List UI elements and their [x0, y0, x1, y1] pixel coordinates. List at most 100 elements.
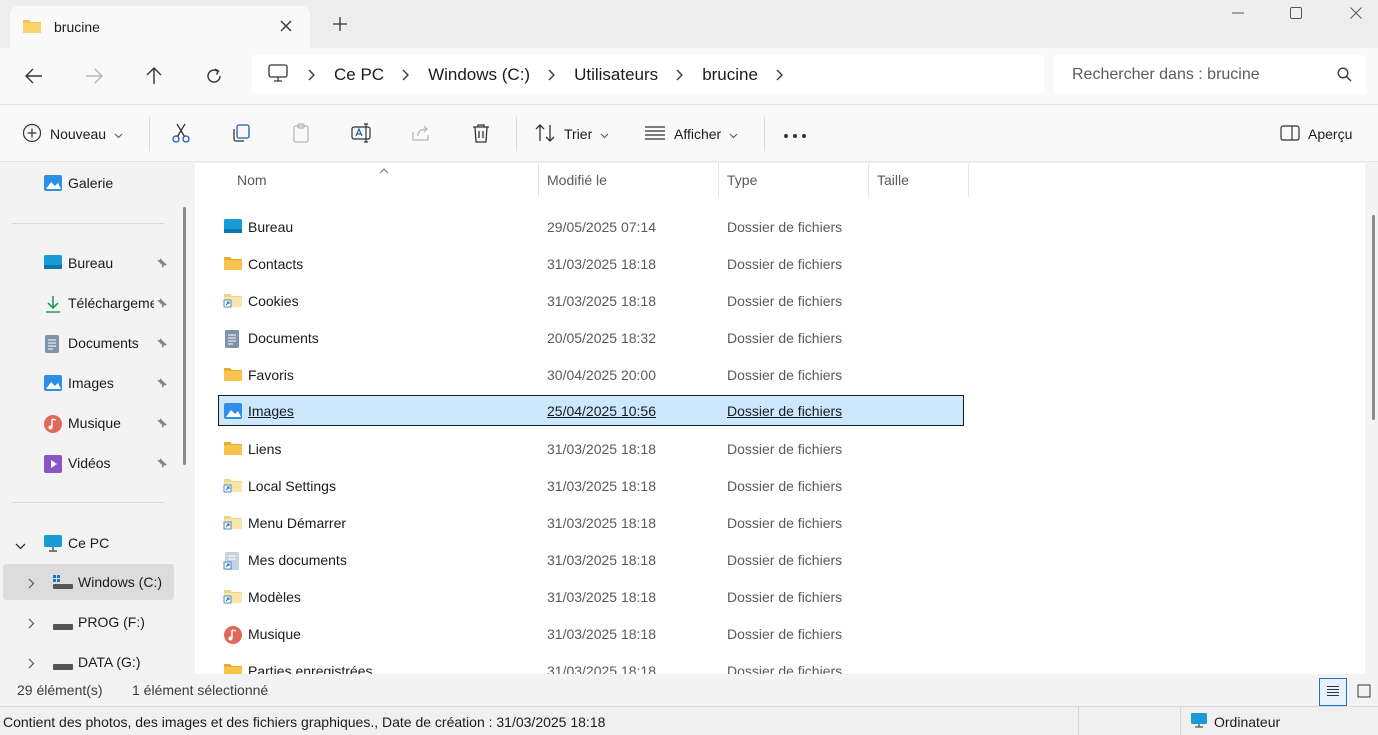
pin-icon[interactable] [156, 296, 168, 312]
sort-button[interactable]: Trier [534, 118, 609, 150]
chevron-right-icon[interactable] [770, 69, 790, 81]
chevron-right-icon[interactable] [396, 69, 416, 81]
maximize-icon[interactable] [1266, 0, 1326, 26]
desktop-folder-icon [223, 218, 243, 237]
close-window-icon[interactable] [1326, 0, 1378, 26]
up-icon[interactable] [138, 60, 170, 92]
table-row[interactable]: Menu Démarrer 31/03/2025 18:18 Dossier d… [218, 507, 964, 538]
preview-pane-button[interactable]: Aperçu [1280, 118, 1352, 150]
table-row[interactable]: Local Settings 31/03/2025 18:18 Dossier … [218, 470, 964, 501]
divider [1078, 707, 1079, 735]
delete-button[interactable] [470, 118, 492, 150]
table-row[interactable]: Documents 20/05/2025 18:32 Dossier de fi… [218, 322, 964, 353]
sidebar-item-label: Bureau [68, 255, 114, 271]
file-list-scrollbar[interactable] [1372, 215, 1375, 420]
close-tab-icon[interactable] [276, 16, 296, 36]
copy-button[interactable] [230, 118, 252, 150]
rename-button[interactable] [350, 118, 374, 150]
location-indicator: Ordinateur [1190, 712, 1280, 731]
sidebar-item-galerie[interactable]: Galerie [0, 165, 176, 201]
new-button[interactable]: Nouveau [22, 118, 123, 150]
chevron-right-icon[interactable] [28, 576, 35, 592]
sidebar-item-telechargements[interactable]: Téléchargements [0, 285, 176, 321]
view-button[interactable]: Afficher [644, 118, 738, 150]
chevron-right-icon[interactable] [542, 69, 562, 81]
table-row[interactable]: Bureau 29/05/2025 07:14 Dossier de fichi… [218, 211, 964, 242]
sidebar-item-windows-c[interactable]: Windows (C:) [3, 564, 174, 600]
search-box[interactable] [1054, 55, 1366, 95]
table-row[interactable]: Parties enregistrées 31/03/2025 18:18 Do… [218, 655, 964, 674]
sidebar-item-images[interactable]: Images [0, 365, 176, 401]
address-bar[interactable]: Ce PC Windows (C:) Utilisateurs brucine [252, 55, 1044, 95]
desktop-icon [43, 254, 63, 273]
chevron-right-icon[interactable] [302, 69, 322, 81]
column-header-size[interactable]: Taille [869, 163, 969, 197]
plus-circle-icon [22, 123, 42, 146]
column-header-type[interactable]: Type [719, 163, 869, 197]
pin-icon[interactable] [156, 376, 168, 392]
sidebar-scrollbar[interactable] [183, 207, 186, 465]
table-row[interactable]: Liens 31/03/2025 18:18 Dossier de fichie… [218, 433, 964, 464]
forward-icon[interactable] [78, 60, 110, 92]
tiles-view-button[interactable] [1350, 678, 1378, 706]
sidebar-item-documents[interactable]: Documents [0, 325, 176, 361]
cut-button[interactable] [170, 118, 192, 150]
video-icon [43, 454, 63, 477]
refresh-icon[interactable] [198, 60, 230, 92]
sidebar-item-bureau[interactable]: Bureau [0, 245, 176, 281]
navigation-bar: Ce PC Windows (C:) Utilisateurs brucine [0, 48, 1378, 104]
table-row[interactable]: Favoris 30/04/2025 20:00 Dossier de fich… [218, 359, 964, 390]
file-modified: 31/03/2025 18:18 [547, 478, 656, 494]
breadcrumb-utilisateurs[interactable]: Utilisateurs [562, 65, 670, 85]
breadcrumb-windows-c[interactable]: Windows (C:) [416, 65, 542, 85]
table-row[interactable]: Modèles 31/03/2025 18:18 Dossier de fich… [218, 581, 964, 612]
sidebar-item-prog-f[interactable]: PROG (F:) [0, 604, 176, 640]
sidebar-item-videos[interactable]: Vidéos [0, 445, 176, 481]
pin-icon[interactable] [156, 456, 168, 472]
file-modified: 31/03/2025 18:18 [547, 663, 656, 674]
music-folder-icon [223, 625, 243, 648]
chevron-down-icon [600, 126, 609, 142]
table-row[interactable]: Contacts 31/03/2025 18:18 Dossier de fic… [218, 248, 964, 279]
file-modified: 29/05/2025 07:14 [547, 219, 656, 235]
pin-icon[interactable] [156, 416, 168, 432]
drive-icon [52, 658, 74, 674]
file-name: Local Settings [248, 478, 336, 494]
column-header-modified[interactable]: Modifié le [539, 163, 719, 197]
sidebar-item-ce-pc[interactable]: Ce PC [0, 525, 176, 561]
table-row[interactable]: Musique 31/03/2025 18:18 Dossier de fich… [218, 618, 964, 649]
file-type: Dossier de fichiers [727, 403, 843, 419]
sidebar-item-musique[interactable]: Musique [0, 405, 176, 441]
paste-button[interactable] [290, 118, 312, 150]
shortcut-document-icon [223, 551, 241, 574]
chevron-down-icon[interactable] [15, 537, 26, 553]
chevron-down-icon [114, 126, 123, 142]
file-name: Modèles [248, 589, 301, 605]
sidebar-item-data-g[interactable]: DATA (G:) [0, 644, 176, 674]
back-icon[interactable] [18, 60, 50, 92]
chevron-right-icon[interactable] [670, 69, 690, 81]
table-row[interactable]: Cookies 31/03/2025 18:18 Dossier de fich… [218, 285, 964, 316]
new-tab-icon[interactable] [328, 12, 352, 36]
tab-brucine[interactable]: brucine [10, 6, 310, 48]
tiles-view-icon [1357, 684, 1371, 701]
file-name: Menu Démarrer [248, 515, 347, 531]
search-input[interactable] [1072, 66, 1322, 84]
breadcrumb-ce-pc[interactable]: Ce PC [322, 65, 396, 85]
table-row[interactable]: Mes documents 31/03/2025 18:18 Dossier d… [218, 544, 964, 575]
breadcrumb-brucine[interactable]: brucine [690, 65, 770, 85]
search-icon[interactable] [1337, 67, 1352, 85]
share-button[interactable] [410, 118, 432, 150]
chevron-right-icon[interactable] [28, 656, 35, 672]
more-options-button[interactable] [783, 118, 807, 150]
pin-icon[interactable] [156, 256, 168, 272]
minimize-icon[interactable] [1208, 0, 1268, 26]
file-list: Nom Modifié le Type Taille Bureau 29/05/… [195, 163, 1365, 674]
file-name: Musique [248, 626, 301, 642]
navigation-pane: Galerie Bureau Téléchargements Documents… [0, 163, 176, 674]
details-view-button[interactable] [1319, 678, 1347, 706]
item-count: 29 élément(s) [17, 682, 103, 698]
pin-icon[interactable] [156, 336, 168, 352]
chevron-right-icon[interactable] [28, 616, 35, 632]
table-row-selected[interactable]: Images 25/04/2025 10:56 Dossier de fichi… [218, 395, 964, 426]
